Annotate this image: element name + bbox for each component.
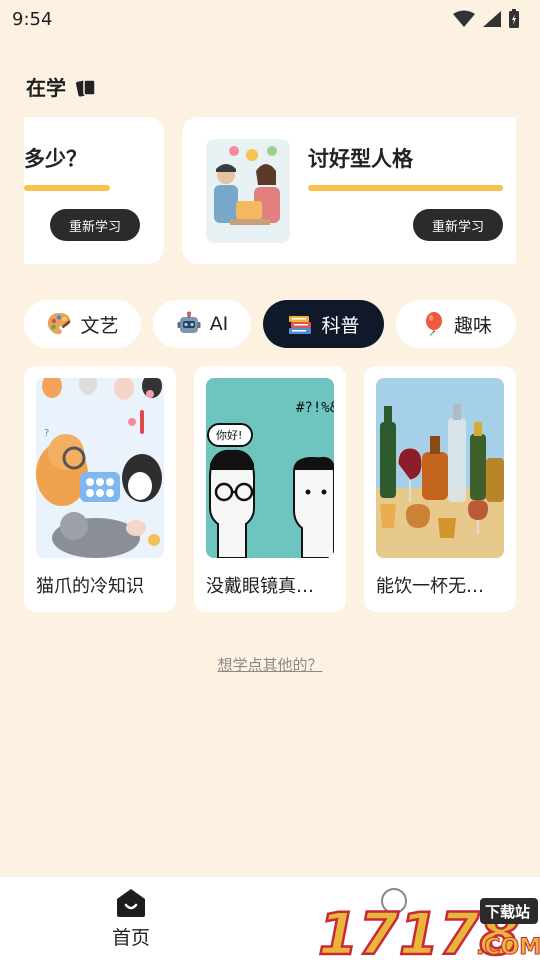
home-icon (117, 889, 145, 917)
category-chips: 文艺 AI 科普 趣味 (24, 300, 516, 348)
topic-cover-image: 你好! #?!%& (206, 378, 334, 558)
learning-carousel[interactable]: 多少？ 重新学习 讨好型人格 重新学习 (24, 117, 516, 265)
learning-card[interactable]: 讨好型人格 重新学习 (182, 117, 516, 264)
topic-card[interactable]: ? 猫爪的冷知识 (24, 366, 176, 612)
topic-card[interactable]: 你好! #?!%& 没戴眼镜真… (194, 366, 346, 612)
topic-cover-image: ? (36, 378, 164, 558)
topic-cover-image (376, 378, 504, 558)
signal-icon (483, 11, 501, 27)
chip-ai[interactable]: AI (153, 300, 251, 348)
robot-icon (177, 311, 201, 333)
topic-title: 猫爪的冷知识 (36, 576, 144, 597)
balloon-icon (425, 312, 442, 337)
topic-title: 能饮一杯无… (376, 576, 484, 597)
relearn-button[interactable]: 重新学习 (413, 209, 503, 241)
learning-progress-bar (24, 185, 110, 191)
chip-label: 趣味 (453, 314, 492, 337)
topic-card[interactable]: 能饮一杯无… (364, 366, 516, 612)
section-header: 在学 (26, 72, 98, 101)
section-title: 在学 (26, 76, 66, 100)
topic-title: 没戴眼镜真… (206, 576, 314, 597)
nav-home[interactable]: 首页 (112, 887, 150, 950)
learning-card-title: 讨好型人格 (308, 147, 413, 171)
status-bar: 9:54 (0, 0, 540, 38)
svg-text:?: ? (44, 428, 49, 439)
chip-quwei[interactable]: 趣味 (396, 300, 516, 348)
books-icon (289, 316, 312, 334)
learning-cover-image (206, 139, 290, 243)
site-watermark: 17178 下载站 .COM (317, 898, 540, 960)
watermark-badge: 下载站 (485, 903, 530, 921)
palette-icon (48, 313, 71, 335)
status-time: 9:54 (12, 8, 53, 30)
more-topics-link[interactable]: 想学点其他的？ (0, 654, 540, 675)
comic-bubble-text: 你好! (216, 428, 242, 442)
battery-icon (509, 9, 519, 28)
comic-symbols-text: #?!%& (296, 400, 334, 416)
chip-label: 科普 (321, 314, 360, 337)
learning-progress-bar (308, 185, 503, 191)
chip-label: 文艺 (80, 314, 119, 337)
nav-home-label: 首页 (112, 927, 151, 949)
chip-label: AI (209, 313, 229, 335)
wifi-icon (453, 10, 475, 27)
cards-icon (76, 78, 96, 96)
chip-kepu[interactable]: 科普 (263, 300, 384, 348)
learning-card[interactable]: 多少？ 重新学习 (24, 117, 164, 264)
learning-card-title: 多少？ (24, 147, 87, 171)
status-icons (452, 9, 520, 29)
watermark-domain: .COM (476, 935, 540, 960)
chip-wenyi[interactable]: 文艺 (24, 300, 141, 348)
relearn-button[interactable]: 重新学习 (50, 209, 140, 241)
